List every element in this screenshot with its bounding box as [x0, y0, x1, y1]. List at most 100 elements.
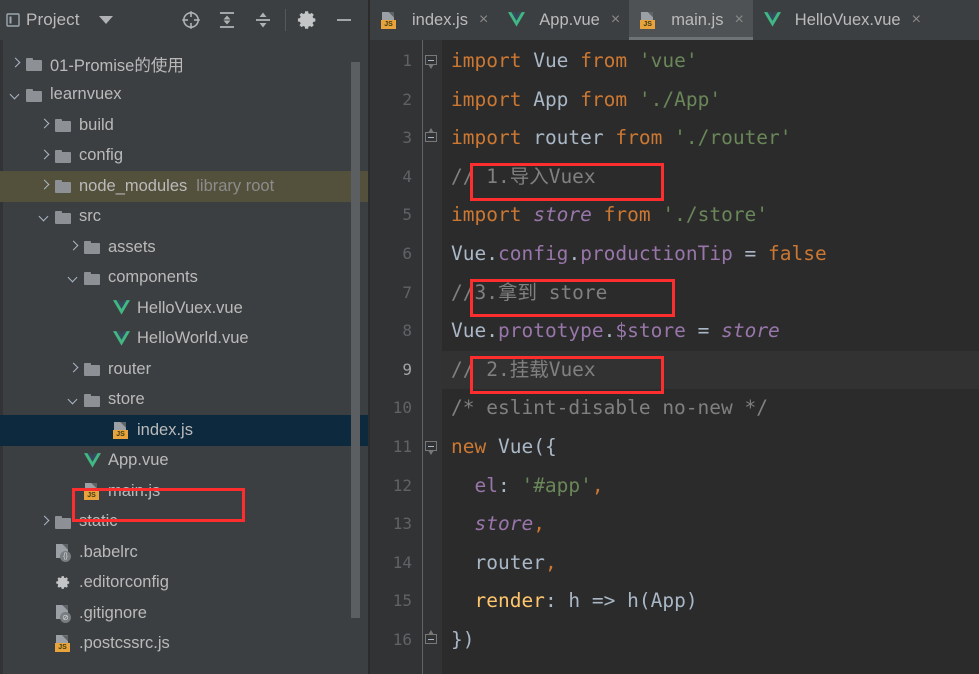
- close-icon[interactable]: ×: [611, 12, 620, 28]
- folder-icon: [55, 118, 72, 133]
- code-token: import: [451, 49, 522, 72]
- folder-icon: [84, 271, 101, 285]
- close-icon[interactable]: ×: [734, 12, 743, 28]
- chevron-right-icon[interactable]: [37, 514, 53, 530]
- code-token: store: [533, 203, 592, 227]
- code-token: =>: [580, 589, 628, 613]
- tree-item-label: router: [108, 359, 152, 378]
- chevron-down-icon[interactable]: [98, 16, 113, 24]
- code-token: router: [474, 550, 545, 574]
- gear-icon[interactable]: [290, 3, 326, 37]
- editor-tab-main-js[interactable]: JS main.js ×: [629, 0, 753, 40]
- close-icon[interactable]: ×: [912, 12, 921, 28]
- chevron-right-icon[interactable]: [66, 361, 82, 377]
- line-number-9: 9: [402, 359, 412, 379]
- chevron-down-icon[interactable]: [37, 209, 53, 225]
- locate-target-icon[interactable]: [173, 3, 209, 37]
- code-token: h(App): [627, 589, 698, 613]
- minimize-icon[interactable]: [326, 3, 362, 37]
- code-fold-end-16[interactable]: [425, 630, 438, 647]
- code-fold-end-3[interactable]: [425, 128, 438, 145]
- tree-item--babelrc[interactable]: {} .babelrc: [0, 537, 370, 568]
- code-fold-start-1[interactable]: [425, 55, 438, 69]
- collapse-all-icon[interactable]: [245, 3, 281, 37]
- tree-item-config[interactable]: config: [0, 141, 370, 172]
- chevron-right-icon[interactable]: [8, 56, 24, 72]
- tree-item--editorconfig[interactable]: .editorconfig: [0, 568, 370, 599]
- code-fold-column: [422, 40, 442, 674]
- tree-item-build[interactable]: build: [0, 110, 370, 141]
- tree-item-assets[interactable]: assets: [0, 232, 370, 263]
- chevron-right-icon[interactable]: [37, 117, 53, 133]
- code-token: '#app': [521, 473, 592, 497]
- code-token: App: [533, 87, 569, 111]
- close-icon[interactable]: ×: [479, 12, 488, 28]
- code-token: .: [568, 242, 581, 265]
- tree-item-src[interactable]: src: [0, 202, 370, 233]
- code-token: .: [486, 319, 498, 343]
- folder-icon: [84, 393, 101, 407]
- code-token: from: [580, 49, 628, 72]
- chevron-down-icon[interactable]: [8, 87, 24, 103]
- project-panel-title: Project: [26, 10, 80, 29]
- line-number-6: 6: [402, 244, 412, 263]
- code-line-5: import store from './store': [442, 196, 979, 235]
- tree-arrow-spacer: [66, 483, 82, 499]
- tree-item-label: .editorconfig: [79, 573, 169, 592]
- code-token: Vue: [533, 49, 569, 72]
- line-number-7: 7: [402, 282, 412, 302]
- tree-arrow-spacer: [37, 544, 53, 560]
- editor-tab-hellovuex-vue[interactable]: HelloVuex.vue ×: [753, 0, 930, 40]
- line-number-1: 1: [402, 51, 412, 70]
- tree-item-hellovuex-vue[interactable]: HelloVuex.vue: [0, 293, 370, 324]
- chevron-down-icon[interactable]: [66, 270, 82, 286]
- vue-file-icon: [113, 300, 130, 316]
- code-token: productionTip: [580, 242, 733, 265]
- chevron-right-icon[interactable]: [37, 148, 53, 164]
- code-text[interactable]: import Vue from 'vue' import App from './…: [442, 40, 979, 674]
- tree-item-01-promise-[interactable]: 01-Promise的使用: [0, 49, 370, 80]
- code-token: el: [474, 473, 498, 497]
- tree-item-label: HelloWorld.vue: [137, 329, 249, 348]
- code-token: // 2.挂载Vuex: [451, 357, 596, 381]
- tree-item-helloworld-vue[interactable]: HelloWorld.vue: [0, 324, 370, 355]
- tree-item-static[interactable]: static: [0, 507, 370, 538]
- tree-item-index-js[interactable]: JS index.js: [0, 415, 370, 446]
- tree-item-label: learnvuex: [50, 85, 122, 104]
- vue-file-icon: [84, 452, 101, 469]
- code-line-10: /* eslint-disable no-new */: [442, 389, 979, 428]
- line-number-4: 4: [402, 166, 412, 186]
- tree-item-router[interactable]: router: [0, 354, 370, 385]
- editor-area: JS index.js × App.vue × JS main.js × HelloVuex.v…: [370, 0, 979, 674]
- chevron-right-icon[interactable]: [37, 178, 53, 194]
- tree-item-main-js[interactable]: JS main.js: [0, 476, 370, 507]
- tree-item--gitignore[interactable]: ⊘ .gitignore: [0, 598, 370, 629]
- folder-icon: [84, 362, 101, 377]
- chevron-right-icon[interactable]: [66, 239, 82, 255]
- tree-item-store[interactable]: store: [0, 385, 370, 416]
- tree-item-tag: library root: [196, 176, 275, 195]
- expand-all-icon[interactable]: [209, 3, 245, 37]
- tree-item--postcssrc-js[interactable]: JS .postcssrc.js: [0, 629, 370, 660]
- js-file-icon: JS: [381, 11, 398, 29]
- chevron-down-icon[interactable]: [66, 392, 82, 408]
- code-token: from: [580, 87, 628, 111]
- project-panel-scrollbar[interactable]: [351, 62, 360, 618]
- code-token: //3.拿到 store: [451, 280, 608, 304]
- project-title-group[interactable]: Project: [4, 10, 113, 30]
- tree-item-node-modules[interactable]: node_modules library root: [0, 171, 370, 202]
- code-token: store: [721, 319, 780, 343]
- editor-tab-app-vue[interactable]: App.vue ×: [497, 0, 629, 40]
- tree-item-label: .gitignore: [79, 603, 147, 622]
- editor-tab-index-js[interactable]: JS index.js ×: [370, 0, 497, 40]
- tree-item-app-vue[interactable]: App.vue: [0, 446, 370, 477]
- code-fold-start-11[interactable]: [425, 441, 438, 455]
- tree-item-label: components: [108, 268, 198, 287]
- tree-item-learnvuex[interactable]: learnvuex: [0, 80, 370, 111]
- code-token: .: [486, 242, 498, 265]
- js-file-icon: JS: [55, 635, 72, 653]
- tree-item-components[interactable]: components: [0, 263, 370, 294]
